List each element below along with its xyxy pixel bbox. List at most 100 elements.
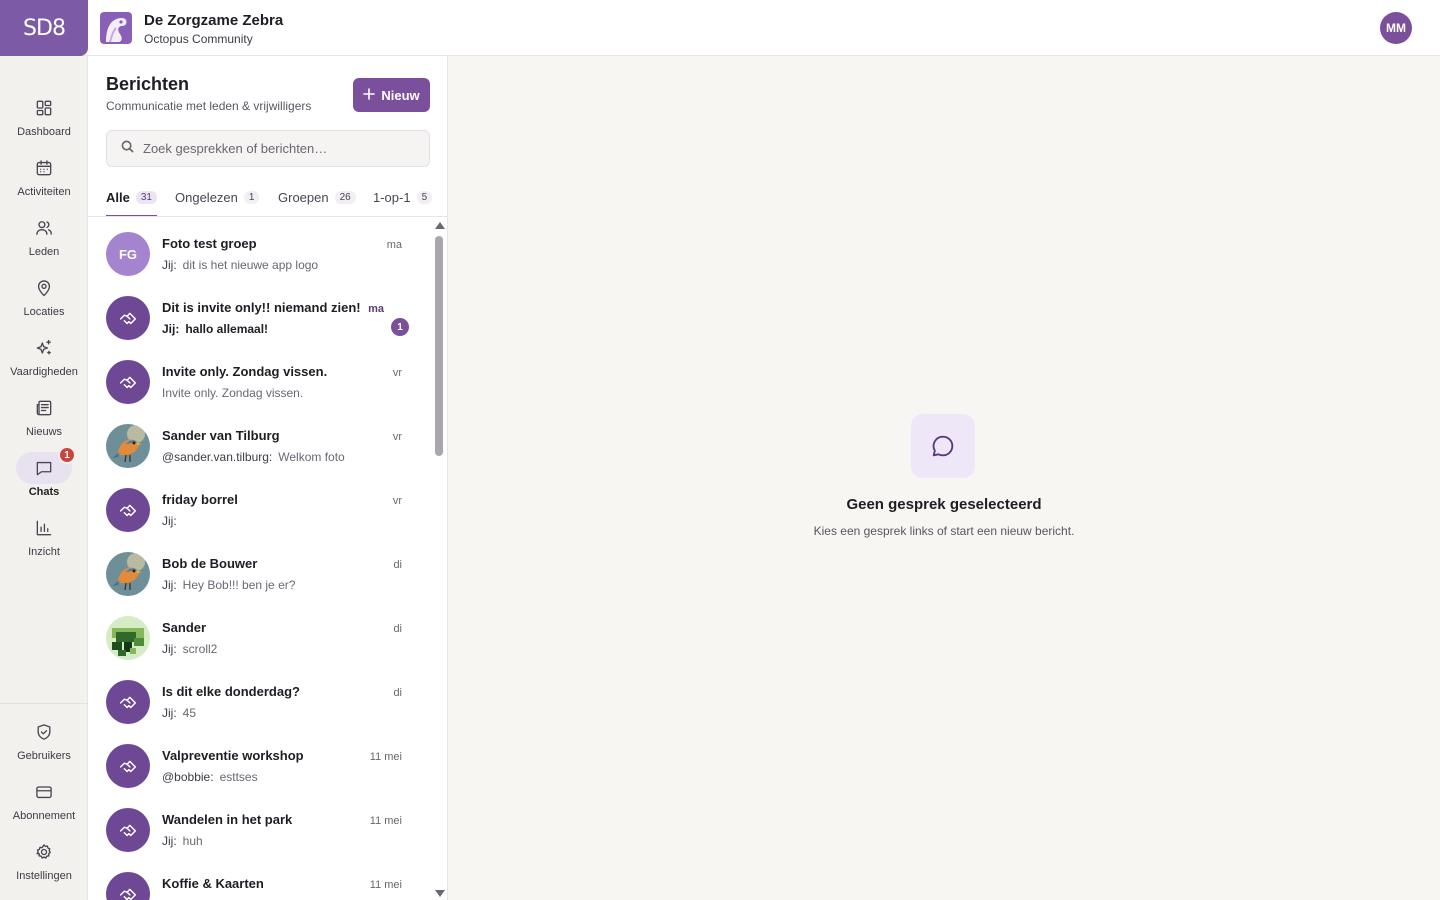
conversation-preview: Jij: 45: [162, 706, 196, 720]
nav-label: Dashboard: [17, 126, 71, 138]
dashboard-icon: [16, 92, 72, 124]
conversation-item[interactable]: Koffie & Kaarten 11 mei: [88, 858, 433, 900]
scrollbar[interactable]: [433, 222, 445, 900]
tab-alle[interactable]: Alle 31: [106, 183, 157, 217]
nav-item-instellingen[interactable]: Instellingen: [0, 836, 88, 896]
preview-text: esttses: [219, 770, 258, 784]
tab-count: 5: [416, 191, 433, 204]
plus-icon: [363, 87, 376, 103]
nav-item-leden[interactable]: Leden: [0, 212, 88, 272]
preview-sender: @sander.van.tilburg:: [162, 450, 273, 464]
nav-label: Vaardigheden: [10, 366, 78, 378]
nav-label: Locaties: [23, 306, 65, 318]
nav-item-dashboard[interactable]: Dashboard: [0, 92, 88, 152]
nav-item-locaties[interactable]: Locaties: [0, 272, 88, 332]
conversation-item[interactable]: Sander van Tilburg vr @sander.van.tilbur…: [88, 410, 433, 474]
preview-text: Welkom foto: [278, 450, 345, 464]
conversation-name: Foto test groep: [162, 236, 257, 251]
new-message-label: Nieuw: [381, 87, 420, 103]
conversation-name: Valpreventie workshop: [162, 748, 304, 763]
conversation-time: 11 mei: [369, 751, 402, 763]
conversation-time: 11 mei: [369, 879, 402, 891]
page-title: Berichten: [106, 74, 190, 94]
conversation-name: Sander van Tilburg: [162, 428, 280, 443]
search-icon: [121, 140, 134, 158]
org-subtitle: Octopus Community: [144, 32, 253, 46]
nav-item-inzicht[interactable]: Inzicht: [0, 512, 88, 572]
conversation-item[interactable]: Wandelen in het park 11 mei Jij: huh: [88, 794, 433, 858]
conversation-item[interactable]: Invite only. Zondag vissen. vr Invite on…: [88, 346, 433, 410]
nav-label: Nieuws: [25, 426, 63, 438]
nav-label: Abonnement: [12, 810, 76, 822]
scroll-up-arrow-icon[interactable]: [435, 222, 445, 229]
conversation-item[interactable]: Sander di Jij: scroll2: [88, 602, 433, 666]
search-input[interactable]: [143, 141, 423, 156]
conversation-time: ma: [386, 239, 402, 251]
conversation-item[interactable]: FG Foto test groep ma Jij: dit is het nie…: [88, 218, 433, 282]
conversation-item[interactable]: friday borrel vr Jij:: [88, 474, 433, 538]
nav-item-vaardigheden[interactable]: Vaardigheden: [0, 332, 88, 392]
bar-chart-icon: [16, 512, 72, 544]
messages-panel: Berichten Communicatie met leden & vrijw…: [88, 56, 448, 900]
conversation-item[interactable]: Is dit elke donderdag? di Jij: 45: [88, 666, 433, 730]
conversation-time: di: [393, 559, 402, 571]
empty-state-subtitle: Kies een gesprek links of start een nieu…: [813, 524, 1075, 538]
conversation-name: friday borrel: [162, 492, 238, 507]
conversation-name: Dit is invite only!! niemand zien!: [162, 300, 361, 315]
tab-label: Groepen: [278, 190, 329, 205]
preview-text: hallo allemaal!: [185, 322, 269, 336]
nav-item-chats[interactable]: 1 Chats: [0, 446, 88, 512]
group-handshake-icon: [106, 680, 150, 724]
tab-groepen[interactable]: Groepen 26: [278, 183, 356, 217]
conversation-preview: Jij: dit is het nieuwe app logo: [162, 258, 318, 272]
conversation-name: Wandelen in het park: [162, 812, 293, 827]
nav-item-nieuws[interactable]: Nieuws: [0, 392, 88, 452]
tab-label: 1-op-1: [373, 190, 411, 205]
conversation-preview: @sander.van.tilburg: Welkom foto: [162, 450, 345, 464]
user-avatar[interactable]: MM: [1380, 12, 1412, 44]
nav-item-abonnement[interactable]: Abonnement: [0, 776, 88, 836]
nav-item-gebruikers[interactable]: Gebruikers: [0, 716, 88, 776]
gear-icon: [16, 836, 72, 868]
conversation-item[interactable]: Valpreventie workshop 11 mei @bobbie: est…: [88, 730, 433, 794]
chat-bubble-icon: [911, 414, 975, 478]
conversation-name: Is dit elke donderdag?: [162, 684, 300, 699]
nav-label: Instellingen: [16, 870, 72, 882]
preview-text: Invite only. Zondag vissen.: [162, 386, 304, 400]
map-pin-icon: [16, 272, 72, 304]
conversation-item[interactable]: Bob de Bouwer di Jij: Hey Bob!!! ben je e…: [88, 538, 433, 602]
group-handshake-icon: [106, 872, 150, 900]
conversation-name: Koffie & Kaarten: [162, 876, 264, 891]
sparkles-icon: [16, 332, 72, 364]
preview-sender: Jij:: [162, 834, 177, 848]
conversation-time: ma: [368, 303, 384, 315]
conversation-time: di: [393, 687, 402, 699]
app-logo[interactable]: SD8: [0, 0, 88, 56]
empty-state-title: Geen gesprek geselecteerd: [846, 496, 1042, 513]
scroll-down-arrow-icon[interactable]: [435, 890, 445, 897]
credit-card-icon: [16, 776, 72, 808]
calendar-icon: [16, 152, 72, 184]
conversation-preview: Jij: hallo allemaal!: [162, 322, 268, 336]
preview-sender: Jij:: [162, 578, 177, 592]
new-message-button[interactable]: Nieuw: [353, 78, 430, 112]
tab-count: 26: [334, 191, 356, 204]
avatar: [106, 616, 150, 660]
org-name: De Zorgzame Zebra: [144, 12, 284, 29]
side-navigation: Dashboard Activiteiten Leden Locaties Va…: [0, 56, 88, 900]
nav-label: Leden: [28, 246, 60, 258]
conversation-name: Bob de Bouwer: [162, 556, 258, 571]
nav-label: Chats: [28, 486, 60, 498]
tabs-divider: [88, 216, 448, 217]
tab-ongelezen[interactable]: Ongelezen 1: [175, 183, 260, 217]
preview-sender: Jij:: [162, 322, 180, 336]
tab-1-op-1[interactable]: 1-op-1 5: [373, 183, 433, 217]
tab-count: 31: [135, 191, 157, 204]
conversation-item[interactable]: Dit is invite only!! niemand zien! ma 1 …: [88, 282, 433, 346]
tab-label: Alle: [106, 190, 130, 205]
conversation-time: di: [393, 623, 402, 635]
search-box[interactable]: [106, 130, 430, 167]
nav-label: Inzicht: [28, 546, 60, 558]
nav-item-activiteiten[interactable]: Activiteiten: [0, 152, 88, 212]
scroll-thumb[interactable]: [435, 236, 443, 456]
